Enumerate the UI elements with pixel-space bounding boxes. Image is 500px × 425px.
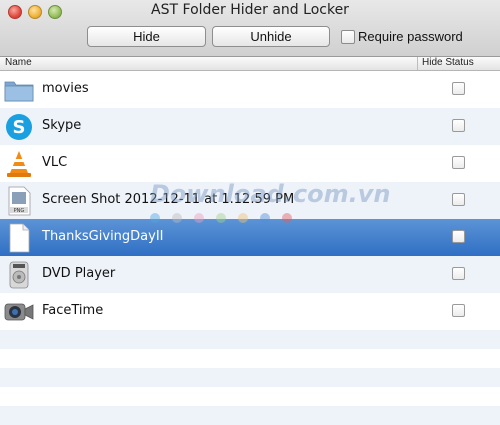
row-label: DVD Player — [42, 266, 116, 281]
column-header-hide-status[interactable]: Hide Status — [422, 57, 474, 68]
row-label: ThanksGivingDayII — [42, 229, 164, 244]
table-row[interactable]: PNG Screen Shot 2012-12-11 at 1.12.59 PM — [0, 182, 500, 219]
facetime-icon — [4, 297, 34, 327]
hide-status-checkbox[interactable] — [452, 82, 465, 95]
empty-row — [0, 406, 500, 425]
column-header-name[interactable]: Name — [5, 57, 32, 68]
png-file-icon: PNG — [4, 186, 34, 216]
hide-status-checkbox[interactable] — [452, 267, 465, 280]
file-list: movies S Skype VLC PNG Screen Shot 2012-… — [0, 71, 500, 425]
folder-icon — [4, 75, 34, 105]
title-bar: AST Folder Hider and Locker Hide Unhide … — [0, 0, 500, 57]
row-label: Skype — [42, 118, 82, 133]
svg-text:PNG: PNG — [14, 208, 25, 214]
row-label: Screen Shot 2012-12-11 at 1.12.59 PM — [42, 192, 295, 207]
table-header: Name Hide Status — [0, 57, 500, 71]
window-title: AST Folder Hider and Locker — [151, 2, 349, 18]
column-divider — [417, 57, 418, 70]
document-icon — [4, 223, 34, 253]
hide-status-checkbox[interactable] — [452, 119, 465, 132]
svg-text:S: S — [13, 117, 26, 138]
vlc-icon — [4, 149, 34, 179]
table-row[interactable]: S Skype — [0, 108, 500, 145]
require-password-checkbox[interactable] — [341, 30, 355, 44]
dvd-player-icon — [4, 260, 34, 290]
table-row[interactable]: FaceTime — [0, 293, 500, 330]
empty-row — [0, 330, 500, 349]
hide-button[interactable]: Hide — [87, 26, 206, 47]
row-label: FaceTime — [42, 303, 104, 318]
row-label: VLC — [42, 155, 68, 170]
empty-row — [0, 368, 500, 387]
table-row[interactable]: DVD Player — [0, 256, 500, 293]
skype-icon: S — [4, 112, 34, 142]
app-window: AST Folder Hider and Locker Hide Unhide … — [0, 0, 500, 425]
empty-row — [0, 387, 500, 406]
row-label: movies — [42, 81, 89, 96]
hide-status-checkbox[interactable] — [452, 230, 465, 243]
table-row[interactable]: VLC — [0, 145, 500, 182]
hide-status-checkbox[interactable] — [452, 193, 465, 206]
unhide-button[interactable]: Unhide — [212, 26, 330, 47]
empty-row — [0, 349, 500, 368]
hide-status-checkbox[interactable] — [452, 156, 465, 169]
hide-status-checkbox[interactable] — [452, 304, 465, 317]
table-row[interactable]: movies — [0, 71, 500, 108]
table-row[interactable]: ThanksGivingDayII — [0, 219, 500, 256]
require-password-label[interactable]: Require password — [358, 29, 463, 44]
